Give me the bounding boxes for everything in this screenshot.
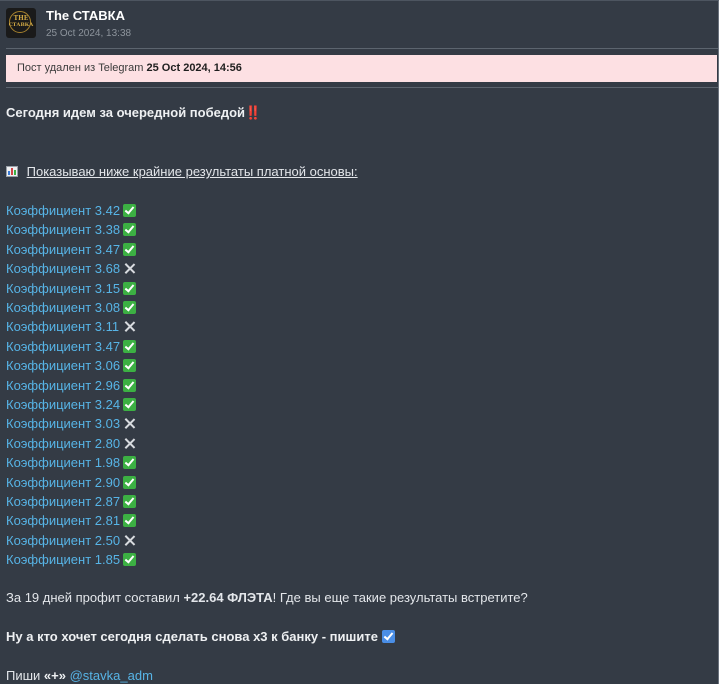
green-check-icon	[123, 475, 136, 489]
odds-label: Коэффициент 3.03	[6, 416, 121, 432]
odds-item: Коэффициент 2.90	[6, 473, 136, 492]
post-header: THE СТАВКА The СТАВКА 25 Oct 2024, 13:38	[6, 8, 706, 42]
post-intro: Сегодня идем за очередной победой‼️	[6, 105, 262, 120]
odds-label: Коэффициент 2.50	[6, 532, 121, 548]
odds-item: Коэффициент 2.81	[6, 511, 136, 530]
deleted-notice-date: 25 Oct 2024, 14:56	[146, 62, 242, 74]
divider	[6, 48, 718, 49]
channel-name[interactable]: The СТАВКА	[46, 8, 125, 23]
odds-label: Коэффициент 2.87	[6, 494, 121, 509]
odds-item: Коэффициент 3.24	[6, 395, 136, 414]
odds-item: Коэффициент 3.47	[6, 240, 136, 259]
results-heading-line: Показываю ниже крайние результаты платно…	[6, 163, 358, 180]
odds-label: Коэффициент 3.08	[6, 300, 121, 315]
contact-quote: «+»	[43, 668, 66, 683]
odds-item: Коэффициент 3.15	[6, 279, 136, 298]
summary-text-end: ! Где вы еще такие результаты встретите?	[272, 590, 528, 605]
green-check-icon	[123, 242, 136, 256]
green-check-icon	[123, 223, 136, 237]
odds-item: Коэффициент 3.68	[6, 259, 120, 278]
odds-label: Коэффициент 2.90	[6, 474, 121, 490]
odds-label: Коэффициент 2.80	[6, 435, 121, 451]
green-check-icon	[123, 378, 136, 392]
summary-text: За 19 дней профит составил	[6, 590, 184, 605]
divider	[6, 87, 718, 88]
odds-item: Коэффициент 3.42	[6, 201, 136, 220]
odds-label: Коэффициент 3.47	[6, 338, 121, 354]
cross-icon	[123, 262, 136, 275]
odds-label: Коэффициент 3.15	[6, 280, 121, 296]
green-check-icon	[123, 495, 136, 508]
odds-item: Коэффициент 1.85	[6, 550, 136, 569]
odds-item: Коэффициент 3.06	[6, 356, 136, 375]
green-check-icon	[123, 204, 136, 217]
cta-line: Ну а кто хочет сегодня сделать снова х3 …	[6, 628, 395, 645]
cross-icon	[123, 417, 136, 430]
avatar-logo-line2: СТАВКА	[8, 22, 34, 28]
odds-item: Коэффициент 2.87	[6, 492, 136, 511]
post-date: 25 Oct 2024, 13:38	[46, 28, 132, 39]
green-check-icon	[123, 398, 136, 411]
cross-icon	[123, 534, 136, 547]
odds-label: Коэффициент 3.42	[6, 203, 121, 218]
summary-line: За 19 дней профит составил +22.64 ФЛЭТА!…	[6, 589, 528, 606]
odds-label: Коэффициент 3.68	[6, 261, 121, 277]
odds-label: Коэффициент 2.81	[6, 513, 121, 529]
odds-item: Коэффициент 3.11	[6, 317, 119, 336]
deleted-notice-text: Пост удален из Telegram	[17, 62, 144, 74]
green-check-icon	[123, 553, 136, 567]
odds-item: Коэффициент 1.98	[6, 453, 136, 472]
cross-icon	[123, 437, 136, 450]
contact-line: Пиши «+» @stavka_adm	[6, 667, 153, 684]
channel-avatar[interactable]: THE СТАВКА	[6, 8, 36, 38]
post-frame: THE СТАВКА The СТАВКА 25 Oct 2024, 13:38…	[0, 0, 719, 684]
deleted-notice: Пост удален из Telegram 25 Oct 2024, 14:…	[6, 55, 717, 82]
odds-label: Коэффициент 3.47	[6, 241, 121, 257]
contact-prefix: Пиши	[6, 668, 44, 683]
odds-label: Коэффициент 1.85	[6, 552, 121, 568]
green-check-icon	[123, 456, 136, 470]
results-heading: Показываю ниже крайние результаты платно…	[26, 164, 358, 179]
blue-check-icon	[381, 630, 395, 643]
odds-label: Коэффициент 3.24	[6, 397, 121, 412]
cross-icon	[123, 320, 136, 333]
odds-label: Коэффициент 3.11	[6, 319, 120, 335]
odds-item: Коэффициент 2.50	[6, 531, 120, 550]
odds-label: Коэффициент 1.98	[6, 455, 121, 471]
green-check-icon	[123, 301, 136, 314]
green-check-icon	[123, 359, 136, 373]
bar-chart-icon	[6, 166, 18, 177]
odds-item: Коэффициент 3.47	[6, 337, 136, 356]
green-check-icon	[123, 281, 136, 295]
profit-value: +22.64 ФЛЭТА	[183, 590, 273, 605]
cta-text: Ну а кто хочет сегодня сделать снова х3 …	[6, 629, 378, 644]
admin-mention-link[interactable]: @stavka_adm	[70, 668, 153, 683]
odds-label: Коэффициент 3.38	[6, 222, 121, 238]
odds-item: Коэффициент 2.80	[6, 434, 120, 453]
odds-item: Коэффициент 2.96	[6, 376, 136, 395]
odds-item: Коэффициент 3.03	[6, 414, 120, 433]
odds-label: Коэффициент 2.96	[6, 377, 121, 393]
odds-item: Коэффициент 3.08	[6, 298, 136, 317]
odds-label: Коэффициент 3.06	[6, 358, 121, 374]
green-check-icon	[123, 339, 136, 353]
odds-item: Коэффициент 3.38	[6, 220, 136, 239]
green-check-icon	[123, 514, 136, 528]
